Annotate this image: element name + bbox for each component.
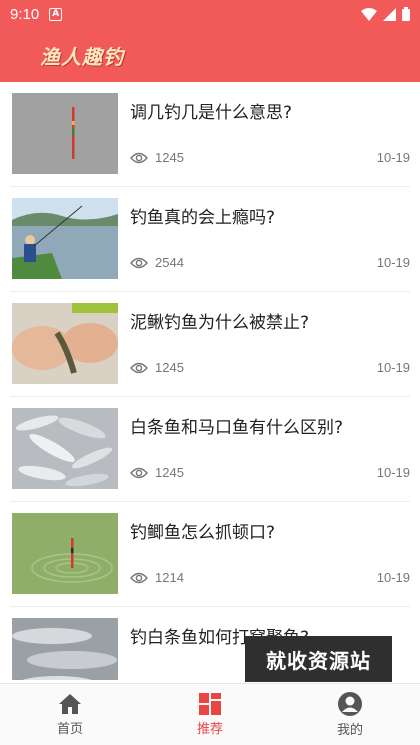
nav-home-label: 首页 [56,721,83,737]
article-title: 白条鱼和马口鱼有什么区别? [130,418,344,438]
article-item[interactable]: 泥鳅钓鱼为什么被禁止? 1245 10-19 [10,292,410,397]
nav-home[interactable]: 首页 [0,684,140,745]
article-date: 10-19 [376,465,410,480]
article-item[interactable]: 调几钓几是什么意思? 1245 10-19 [10,82,410,187]
article-title: 泥鳅钓鱼为什么被禁止? [130,313,310,333]
article-thumbnail [12,408,118,489]
app-title: 渔人趣钓 [40,44,124,69]
grid-icon [199,692,221,715]
article-meta: 1214 10-19 [130,570,410,585]
article-item[interactable]: 钓鱼真的会上瘾吗? 2544 10-19 [10,187,410,292]
nav-recommend-label: 推荐 [196,721,223,737]
article-thumbnail [12,93,118,174]
article-meta: 1245 10-19 [130,465,410,480]
battery-icon [402,7,410,21]
article-list: 调几钓几是什么意思? 1245 10-19 钓鱼真的会上瘾吗? 2544 10-… [0,82,420,680]
bottom-nav: 首页 推荐 我的 [0,683,420,745]
home-icon [59,693,81,714]
article-item[interactable]: 白条鱼和马口鱼有什么区别? 1245 10-19 [10,397,410,502]
view-count: 2544 [155,255,184,270]
article-thumbnail [12,618,118,680]
article-date: 10-19 [376,570,410,585]
article-meta: 1245 10-19 [130,150,410,165]
status-bar: 9:10 A [0,0,420,28]
watermark-overlay: 就收资源站 [245,636,392,682]
article-meta: 1245 10-19 [130,360,410,375]
nav-mine-label: 我的 [336,722,363,738]
article-title: 钓鱼真的会上瘾吗? [130,208,276,228]
user-icon [338,691,362,716]
nav-recommend[interactable]: 推荐 [140,684,280,745]
article-thumbnail [12,198,118,279]
view-count: 1245 [155,360,184,375]
article-date: 10-19 [376,150,410,165]
eye-icon [130,467,148,478]
view-count: 1214 [155,570,184,585]
article-title: 调几钓几是什么意思? [130,103,293,123]
article-meta: 2544 10-19 [130,255,410,270]
signal-icon [383,7,396,21]
article-date: 10-19 [376,255,410,270]
eye-icon [130,362,148,373]
view-count: 1245 [155,465,184,480]
eye-icon [130,572,148,583]
notification-a-icon: A [49,7,63,21]
eye-icon [130,152,148,163]
article-item[interactable]: 钓鲫鱼怎么抓顿口? 1214 10-19 [10,502,410,607]
status-time: 9:10 [10,5,40,23]
eye-icon [130,257,148,268]
wifi-icon [361,7,377,21]
article-title: 钓鲫鱼怎么抓顿口? [130,523,276,543]
view-count: 1245 [155,150,184,165]
article-thumbnail [12,513,118,594]
nav-mine[interactable]: 我的 [280,684,420,745]
app-header: 渔人趣钓 [0,28,420,82]
article-thumbnail [12,303,118,384]
article-date: 10-19 [376,360,410,375]
